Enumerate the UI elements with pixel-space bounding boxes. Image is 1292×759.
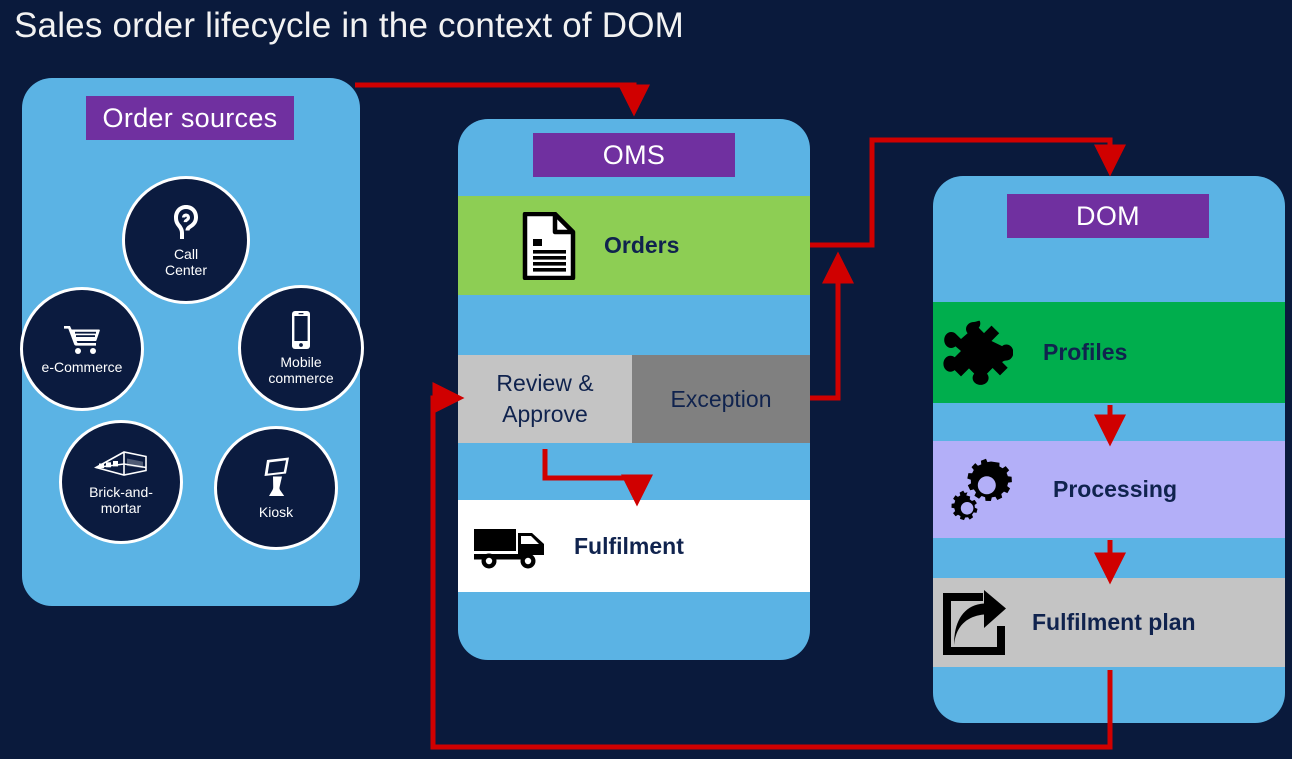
exception-label: Exception	[670, 385, 772, 412]
gears-icon	[948, 456, 1018, 524]
order-source-kiosk[interactable]: Kiosk	[214, 426, 338, 550]
order-source-label: Mobile	[280, 354, 322, 370]
oms-band-review-approve[interactable]: Review & Approve	[458, 355, 632, 443]
slide-canvas: Sales order lifecycle in the context of …	[0, 0, 1292, 759]
page-title: Sales order lifecycle in the context of …	[14, 6, 684, 45]
order-source-label: Call	[173, 246, 199, 262]
order-source-label-2: Center	[164, 262, 208, 278]
order-source-e-commerce[interactable]: e-Commerce	[20, 287, 144, 411]
connector-exception-to-orders	[810, 251, 854, 401]
oms-band-label: Fulfilment	[574, 532, 684, 559]
order-source-label-2: mortar	[100, 500, 142, 516]
order-sources-title-label: Order sources	[102, 102, 278, 133]
order-source-label: e-Commerce	[41, 359, 123, 375]
dom-band-processing[interactable]: Processing	[933, 441, 1285, 538]
puzzle-piece-icon	[943, 318, 1014, 388]
dom-band-label: Fulfilment plan	[1032, 609, 1196, 635]
mobile-phone-icon	[289, 310, 313, 350]
oms-split-band: Review & Approve Exception	[458, 355, 810, 443]
order-source-brick-and-mortar[interactable]: Brick-and- mortar	[59, 420, 183, 544]
oms-title-box: OMS	[533, 133, 735, 177]
review-approve-label-line2: Approve	[502, 401, 588, 427]
order-source-mobile-commerce[interactable]: Mobile commerce	[238, 285, 364, 411]
dom-band-profiles[interactable]: Profiles	[933, 302, 1285, 403]
review-approve-label-line1: Review &	[496, 370, 594, 396]
dom-title-box: DOM	[1007, 194, 1209, 238]
shopping-cart-icon	[63, 323, 101, 355]
oms-band-exception[interactable]: Exception	[632, 355, 810, 443]
order-sources-title-box: Order sources	[86, 96, 294, 140]
delivery-truck-icon	[472, 521, 550, 571]
order-source-call-center[interactable]: Call Center	[122, 176, 250, 304]
share-export-icon	[938, 588, 1016, 658]
oms-title-label: OMS	[602, 139, 666, 170]
oms-band-orders[interactable]: Orders	[458, 196, 810, 295]
warehouse-icon	[93, 448, 148, 480]
oms-band-label: Orders	[604, 232, 680, 258]
dom-band-fulfilment-plan[interactable]: Fulfilment plan	[933, 578, 1285, 667]
order-source-label: Kiosk	[258, 504, 294, 520]
order-source-label-2: commerce	[268, 370, 334, 386]
order-source-label: Brick-and-	[89, 484, 153, 500]
oms-band-fulfilment[interactable]: Fulfilment	[458, 500, 810, 592]
document-icon	[522, 211, 576, 280]
kiosk-icon	[259, 456, 293, 500]
connector-order-sources-to-oms	[355, 82, 650, 117]
ear-icon	[169, 202, 203, 242]
dom-band-label: Processing	[1053, 476, 1177, 502]
dom-band-label: Profiles	[1043, 339, 1128, 365]
dom-title-label: DOM	[1076, 200, 1140, 231]
